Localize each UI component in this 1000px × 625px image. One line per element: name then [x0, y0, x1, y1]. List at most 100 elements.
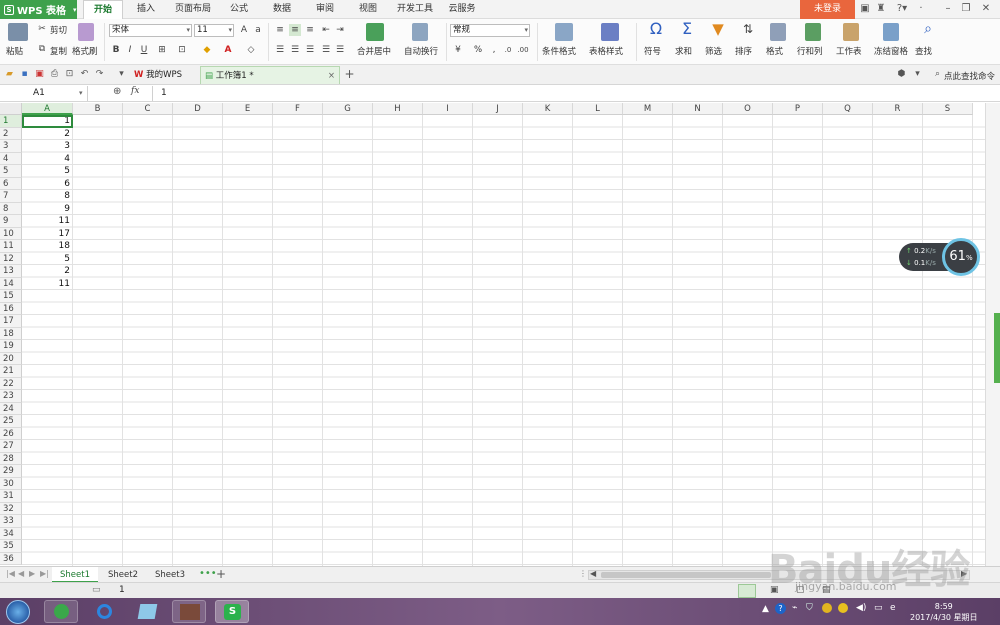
horizontal-scroll-thumb[interactable] — [601, 572, 771, 578]
tab-insert[interactable]: 插入 — [130, 0, 162, 19]
normal-view-icon[interactable] — [738, 584, 756, 598]
column-header-i[interactable]: I — [423, 103, 473, 115]
row-header-8[interactable]: 8 — [0, 202, 22, 215]
omega-icon[interactable]: Ω — [648, 21, 664, 41]
add-tab-icon[interactable]: + — [344, 68, 355, 80]
row-header-15[interactable]: 15 — [0, 290, 22, 303]
cell-a11[interactable]: 18 — [22, 240, 73, 253]
font-color-icon[interactable]: A — [222, 44, 234, 56]
column-header-q[interactable]: Q — [823, 103, 873, 115]
row-header-17[interactable]: 17 — [0, 315, 22, 328]
font-name-select[interactable]: 宋体 ▾ — [109, 24, 192, 37]
close-tab-icon[interactable]: × — [328, 67, 335, 85]
export-pdf-icon[interactable]: ▣ — [34, 69, 45, 80]
redo-icon[interactable]: ↷ — [94, 69, 105, 80]
column-header-p[interactable]: P — [773, 103, 823, 115]
row-header-13[interactable]: 13 — [0, 265, 22, 278]
row-header-5[interactable]: 5 — [0, 165, 22, 178]
bold-icon[interactable]: B — [110, 44, 122, 56]
column-header-n[interactable]: N — [673, 103, 723, 115]
memory-usage-circle[interactable]: 61% — [942, 238, 980, 276]
backup-icon[interactable]: ⬢ — [896, 69, 907, 80]
start-button-icon[interactable] — [6, 600, 30, 624]
chrome-tray-icon[interactable] — [822, 603, 832, 613]
wrap-text-icon[interactable] — [412, 23, 428, 41]
ie-tray-icon[interactable]: e — [890, 603, 896, 613]
row-header-24[interactable]: 24 — [0, 402, 22, 415]
filter-button[interactable]: 筛选 — [705, 45, 722, 57]
sort-button[interactable]: 排序 — [735, 45, 752, 57]
merge-center-button[interactable]: 合并居中 — [357, 45, 391, 57]
find-icon[interactable]: ⌕ — [919, 22, 937, 41]
taskbar-app-browser[interactable] — [44, 600, 78, 623]
copy-button[interactable]: 复制 — [50, 45, 67, 57]
preview-icon[interactable]: ⊡ — [64, 69, 75, 80]
column-header-k[interactable]: K — [523, 103, 573, 115]
sheet-tab-1[interactable]: Sheet1 — [52, 567, 98, 583]
cell-a5[interactable]: 5 — [22, 165, 73, 178]
row-header-31[interactable]: 31 — [0, 490, 22, 503]
cell-a8[interactable]: 9 — [22, 203, 73, 216]
login-button[interactable]: 未登录 — [800, 0, 855, 19]
border-icon[interactable]: ⊞ — [156, 44, 168, 56]
sort-icon[interactable]: ⇅ — [740, 23, 756, 41]
column-header-l[interactable]: L — [573, 103, 623, 115]
row-header-16[interactable]: 16 — [0, 302, 22, 315]
volume-icon[interactable]: ◀) — [856, 603, 866, 613]
row-header-30[interactable]: 30 — [0, 477, 22, 490]
column-header-e[interactable]: E — [223, 103, 273, 115]
tab-review[interactable]: 审阅 — [309, 0, 341, 19]
align-bottom-icon[interactable]: ≡ — [304, 24, 316, 36]
row-header-6[interactable]: 6 — [0, 177, 22, 190]
number-format-select[interactable]: 常规 ▾ — [450, 24, 530, 37]
more-sheets-icon[interactable]: ••• — [199, 568, 217, 579]
column-header-d[interactable]: D — [173, 103, 223, 115]
increase-font-icon[interactable]: A — [238, 24, 250, 36]
help-icon[interactable]: ?▾ — [893, 3, 911, 15]
tab-data[interactable]: 数据 — [266, 0, 298, 19]
align-middle-icon[interactable]: ≡ — [289, 24, 301, 36]
tab-home[interactable]: 开始 — [83, 0, 123, 19]
network-status-icon[interactable]: ▭ — [874, 603, 883, 613]
symbol-button[interactable]: 符号 — [644, 45, 661, 57]
pin-icon[interactable]: ▾ — [912, 69, 923, 80]
column-header-f[interactable]: F — [273, 103, 323, 115]
decrease-decimal-icon[interactable]: .00 — [517, 44, 529, 56]
row-header-4[interactable]: 4 — [0, 152, 22, 165]
format-icon[interactable] — [770, 23, 786, 41]
worksheet-icon[interactable] — [843, 23, 859, 41]
cell-style-icon[interactable]: ⊡ — [176, 44, 188, 56]
format-painter-icon[interactable] — [78, 23, 94, 41]
row-header-21[interactable]: 21 — [0, 365, 22, 378]
conditional-format-icon[interactable] — [555, 23, 573, 41]
column-header-s[interactable]: S — [923, 103, 973, 115]
indent-decrease-icon[interactable]: ⇤ — [320, 24, 332, 36]
row-header-11[interactable]: 11 — [0, 240, 22, 253]
row-header-22[interactable]: 22 — [0, 377, 22, 390]
spreadsheet-grid[interactable]: ABCDEFGHIJKLMNOPQRS 1 2 3 4 5 6 7 8 9 10 11 12 13 14 1… — [0, 103, 985, 566]
column-header-j[interactable]: J — [473, 103, 523, 115]
find-button[interactable]: 查找 — [915, 45, 932, 57]
cell-a13[interactable]: 2 — [22, 265, 73, 278]
add-sheet-icon[interactable]: + — [216, 567, 226, 581]
increase-decimal-icon[interactable]: .0 — [502, 44, 514, 56]
formula-input[interactable]: 1 — [161, 86, 167, 101]
row-header-34[interactable]: 34 — [0, 527, 22, 540]
decrease-font-icon[interactable]: a — [252, 24, 264, 36]
name-box[interactable]: A1 ▾ — [0, 86, 88, 101]
more-icon[interactable]: · — [915, 3, 927, 15]
shield-icon[interactable]: ⛉ — [806, 603, 813, 613]
taskbar-app-files[interactable] — [130, 600, 164, 623]
undo-icon[interactable]: ↶ — [79, 69, 90, 80]
currency-icon[interactable]: ¥ — [452, 44, 464, 56]
column-header-a[interactable]: A — [22, 103, 73, 115]
row-header-26[interactable]: 26 — [0, 427, 22, 440]
tab-workbook[interactable]: ▤ 工作簿1 * × — [200, 66, 340, 84]
align-top-icon[interactable]: ≡ — [274, 24, 286, 36]
next-sheet-icon[interactable]: ▶ — [29, 569, 35, 578]
freeze-icon[interactable] — [883, 23, 899, 41]
zoom-icon[interactable]: ⊕ — [113, 86, 121, 97]
freeze-button[interactable]: 冻结窗格 — [874, 45, 908, 57]
justify-icon[interactable]: ☰ — [320, 44, 332, 56]
row-header-14[interactable]: 14 — [0, 277, 22, 290]
